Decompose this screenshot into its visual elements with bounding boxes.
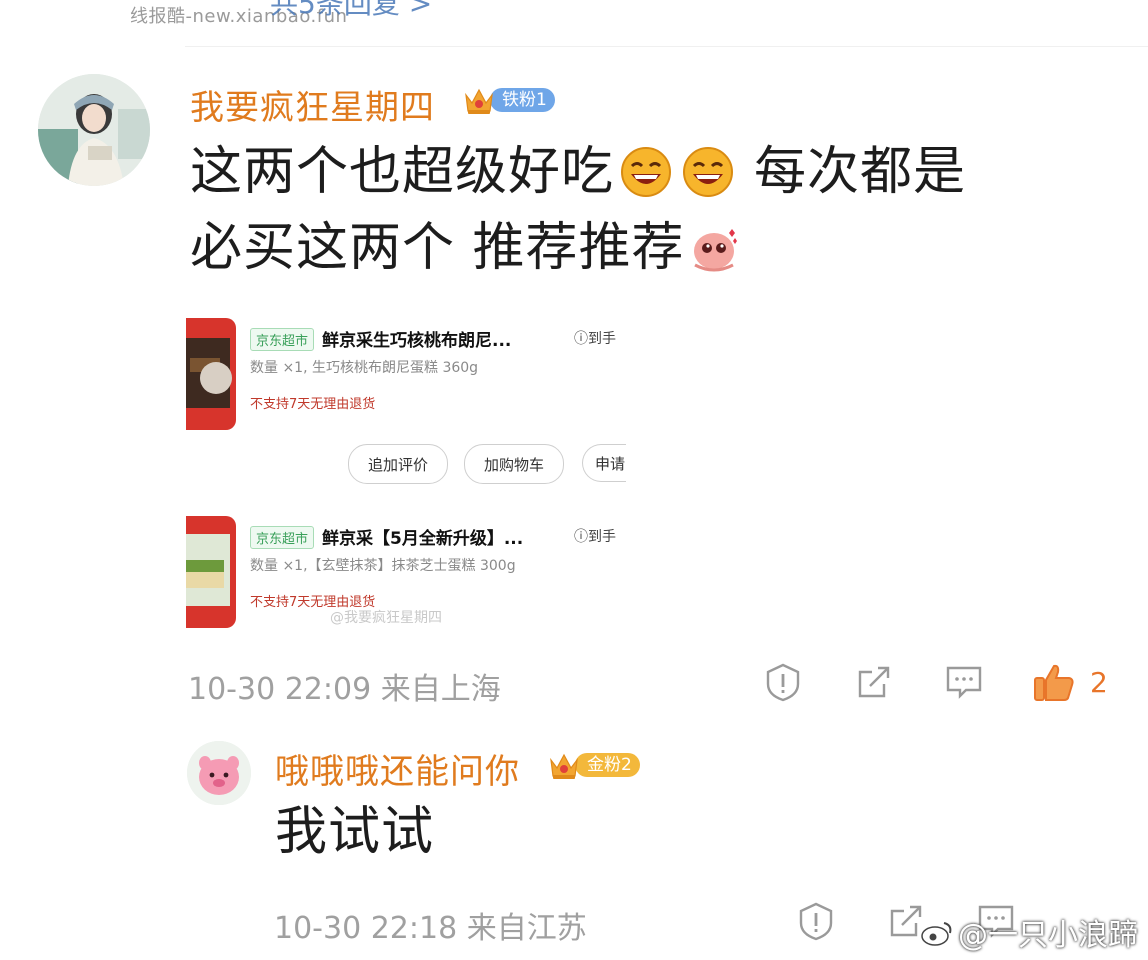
comment-text: 我试试 xyxy=(275,802,435,862)
comment-text-line: 每次都是 xyxy=(754,142,967,202)
product-spec: 数量 ×1, 生巧核桃布朗尼蛋糕 360g xyxy=(250,360,479,376)
crown-icon xyxy=(550,753,578,779)
product-title[interactable]: 鲜京采生巧核桃布朗尼... xyxy=(322,326,511,351)
info-icon: ⓘ xyxy=(574,331,588,347)
comment-text: 这两个也超级好吃 每次都是 必买这两个 推荐推荐 xyxy=(190,134,1120,286)
product-spec: 数量 ×1,【玄壁抹茶】抹茶芝士蛋糕 300g xyxy=(250,558,516,574)
shy-pink-face-icon xyxy=(693,229,737,272)
product-title[interactable]: 鲜京采【5月全新升级】... xyxy=(322,524,523,549)
weibo-watermark: @一只小浪蹄 xyxy=(920,910,1138,955)
share-icon[interactable] xyxy=(854,662,894,702)
add-to-cart-button[interactable]: 加购物车 xyxy=(464,444,564,484)
divider xyxy=(185,46,1148,47)
store-tag: 京东超市 xyxy=(250,328,315,351)
fan-badge[interactable]: 铁粉1 xyxy=(462,86,555,114)
report-icon[interactable] xyxy=(796,901,836,941)
badge-label: 铁粉1 xyxy=(490,88,555,112)
badge-label: 金粉2 xyxy=(575,753,640,777)
like-count: 2 xyxy=(1090,666,1108,699)
comment-timestamp: 10-30 22:18 来自江苏 xyxy=(274,911,587,946)
laughing-face-icon xyxy=(621,147,672,197)
comment-text-line: 必买这两个 推荐推荐 xyxy=(190,218,685,278)
apply-button[interactable]: 申请 xyxy=(582,444,626,482)
price-info: ⓘ到手 xyxy=(574,331,616,347)
laughing-face-icon xyxy=(683,147,734,197)
info-icon: ⓘ xyxy=(574,529,588,545)
return-policy-note: 不支持7天无理由退货 xyxy=(250,397,376,412)
fan-badge[interactable]: 金粉2 xyxy=(547,751,640,779)
comment-username[interactable]: 哦哦哦还能问你 xyxy=(275,744,520,793)
price-info: ⓘ到手 xyxy=(574,529,616,545)
more-replies-link[interactable]: 共5条回复 > xyxy=(270,0,432,22)
image-watermark: @我要疯狂星期四 xyxy=(330,610,442,626)
comment-text-line: 这两个也超级好吃 xyxy=(190,142,615,202)
avatar[interactable] xyxy=(38,74,150,186)
avatar-girl-image xyxy=(38,74,150,186)
comment-timestamp: 10-30 22:09 来自上海 xyxy=(188,672,501,707)
product-image xyxy=(186,318,236,430)
avatar-pink-character-image xyxy=(187,741,251,805)
add-review-button[interactable]: 追加评价 xyxy=(348,444,448,484)
store-tag: 京东超市 xyxy=(250,526,315,549)
order-screenshot[interactable]: 京东超市 鲜京采生巧核桃布朗尼... ⓘ到手 数量 ×1, 生巧核桃布朗尼蛋糕 … xyxy=(186,300,626,645)
comment-username[interactable]: 我要疯狂星期四 xyxy=(190,80,435,129)
comment-icon[interactable] xyxy=(944,662,984,702)
like-icon[interactable] xyxy=(1032,660,1076,704)
weibo-logo-icon xyxy=(920,919,954,955)
crown-icon xyxy=(465,88,493,114)
product-image xyxy=(186,516,236,628)
avatar[interactable] xyxy=(187,741,251,805)
report-icon[interactable] xyxy=(763,662,803,702)
